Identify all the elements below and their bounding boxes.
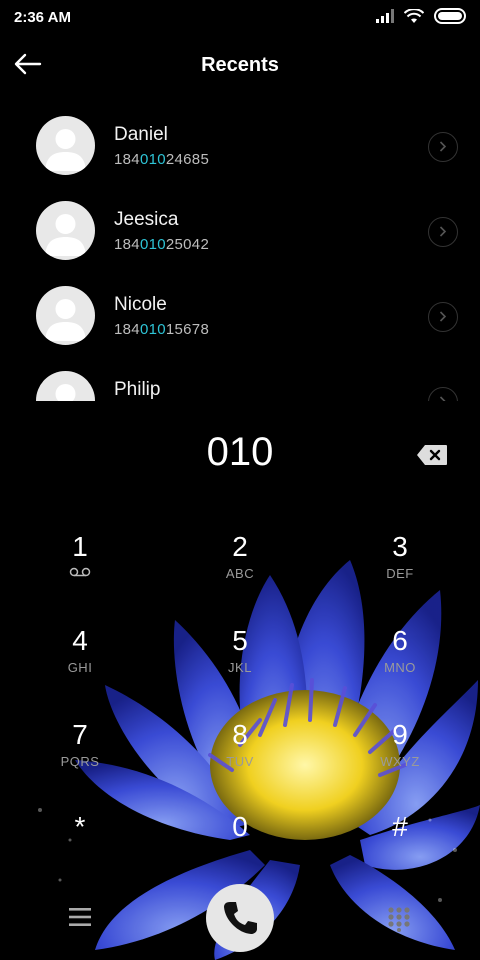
chevron-right-icon[interactable] (428, 132, 458, 162)
contact-number: 18401015678 (114, 321, 210, 338)
key-8[interactable]: 8 TUV (190, 718, 290, 798)
key-3[interactable]: 3 DEF (350, 530, 450, 610)
key-hash[interactable]: # (350, 810, 450, 890)
key-4[interactable]: 4 GHI (30, 624, 130, 704)
voicemail-icon (69, 567, 91, 577)
person-icon (45, 299, 86, 341)
avatar (36, 116, 95, 175)
chevron-right-icon[interactable] (428, 302, 458, 332)
dialed-number: 010 (206, 430, 274, 474)
battery-icon (434, 8, 466, 24)
key-9[interactable]: 9 WXYZ (350, 718, 450, 798)
list-item[interactable]: Nicole 18401015678 (0, 274, 480, 359)
contact-number: 18401025042 (114, 236, 210, 253)
wifi-icon (404, 8, 424, 23)
contact-name: Philip (114, 379, 161, 400)
page-title: Recents (201, 54, 279, 76)
key-2[interactable]: 2 ABC (190, 530, 290, 610)
recents-list[interactable]: Daniel 18401024685 Jeesica 18401025042 N… (0, 104, 480, 401)
status-icons (376, 8, 466, 24)
person-icon (55, 384, 76, 401)
key-1[interactable]: 1 (30, 530, 130, 610)
key-5[interactable]: 5 JKL (190, 624, 290, 704)
call-button[interactable] (206, 884, 274, 952)
backspace-icon[interactable] (416, 444, 448, 466)
contact-name: Daniel (114, 124, 168, 145)
key-7[interactable]: 7 PQRS (30, 718, 130, 798)
key-star[interactable]: * (30, 810, 130, 890)
status-bar: 2:36 AM (0, 0, 480, 34)
status-time: 2:36 AM (14, 9, 71, 26)
menu-icon[interactable] (68, 906, 92, 928)
signal-icon (376, 9, 394, 23)
chevron-right-icon[interactable] (428, 387, 458, 401)
list-item[interactable]: Jeesica 18401025042 (0, 189, 480, 274)
dialpad-icon[interactable] (387, 906, 411, 932)
avatar (36, 201, 95, 260)
app-header: Recents (0, 40, 480, 90)
phone-icon (224, 902, 257, 934)
key-0[interactable]: 0 (190, 810, 290, 890)
contact-number: 18401024685 (114, 151, 210, 168)
contact-name: Nicole (114, 294, 167, 315)
person-icon (45, 129, 86, 171)
list-item[interactable]: Daniel 18401024685 (0, 104, 480, 189)
avatar (36, 286, 95, 345)
person-icon (45, 214, 86, 256)
list-item[interactable]: Philip (0, 359, 480, 401)
avatar (36, 371, 95, 401)
contact-name: Jeesica (114, 209, 179, 230)
key-6[interactable]: 6 MNO (350, 624, 450, 704)
chevron-right-icon[interactable] (428, 217, 458, 247)
